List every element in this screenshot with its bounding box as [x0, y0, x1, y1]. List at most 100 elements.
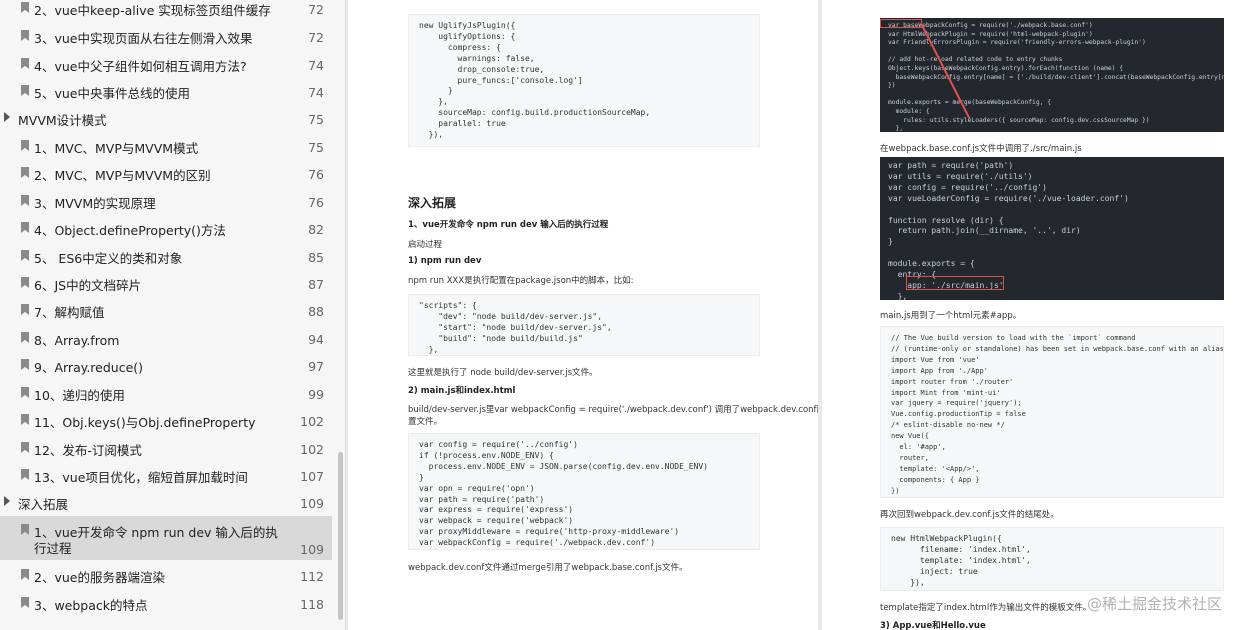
toc-label: 2、MVC、MVP与MVVM的区别: [34, 168, 211, 183]
code-line: return path.join(__dirname, '..', dir): [888, 226, 1081, 236]
bookmark-icon: [21, 167, 29, 178]
code-line: "scripts": {: [419, 301, 477, 310]
code-line: }: [888, 237, 893, 247]
code-line: },: [888, 291, 908, 300]
toc-item[interactable]: 5、 ES6中定义的类和对象 85: [0, 242, 332, 268]
code-line: filename: 'index.html',: [891, 544, 1031, 554]
highlight-base-config-box: [880, 19, 922, 28]
code-line: compress: {: [419, 42, 501, 52]
toc-label: 4、vue中父子组件如何相互调用方法?: [34, 59, 247, 74]
toc-item[interactable]: 6、JS中的文档碎片 87: [0, 269, 332, 295]
expand-triangle-icon[interactable]: [4, 112, 10, 122]
toc-item[interactable]: 12、发布-订阅模式 102: [0, 434, 332, 460]
code-line: }): [891, 486, 900, 495]
code-line: process.env.NODE_ENV = JSON.parse(config…: [419, 461, 708, 471]
code-line: template: 'index.html',: [891, 555, 1031, 565]
code-line: import Mint from 'mint-ui': [891, 388, 1001, 397]
code-line: var path = require('path'): [419, 494, 545, 504]
toc-page-number: 75: [308, 112, 324, 127]
toc-item[interactable]: 11、Obj.keys()与Obj.defineProperty 102: [0, 406, 332, 432]
toc-label: MVVM设计模式: [18, 113, 107, 128]
toc-label: 2、vue中keep-alive 实现标签页组件缓存: [34, 3, 271, 18]
toc-item[interactable]: 4、vue中父子组件如何相互调用方法? 74: [0, 50, 332, 76]
code-line: }): [888, 82, 896, 90]
code-line: router,: [891, 453, 929, 462]
bookmark-icon: [21, 58, 29, 69]
code-line: warnings: false,: [419, 53, 535, 63]
code-line: module: {: [888, 107, 930, 115]
code-block-dev-conf: var baseWebpackConfig = require('./webpa…: [880, 18, 1224, 132]
toc-page-number: 85: [308, 250, 324, 265]
toc-section[interactable]: MVVM设计模式 75: [0, 104, 332, 130]
toc-label: 4、Object.defineProperty()方法: [34, 223, 226, 238]
code-line: }: [419, 86, 453, 96]
toc-item[interactable]: 3、MVVM的实现原理 76: [0, 187, 332, 213]
sidebar-scrollbar[interactable]: [338, 452, 343, 620]
bookmark-icon: [21, 524, 29, 535]
toc-section[interactable]: 深入拓展 109: [0, 488, 332, 514]
toc-item[interactable]: 4、Object.defineProperty()方法 82: [0, 214, 332, 240]
toc-page-number: 102: [300, 414, 324, 429]
toc-item[interactable]: 8、Array.from 94: [0, 324, 332, 350]
code-line: module.exports = merge(baseWebpackConfig…: [888, 99, 1052, 107]
code-line: var FriendlyErrorsPlugin = require('frie…: [888, 39, 1146, 47]
toc-label: 7、解构赋值: [34, 305, 105, 320]
toc-item[interactable]: 5、vue中央事件总线的使用 74: [0, 77, 332, 103]
code-line: Object.keys(baseWebpackConfig.entry).for…: [888, 64, 1124, 72]
code-line: var utils = require('./utils'): [888, 171, 1033, 181]
section-heading: 深入拓展: [408, 196, 457, 210]
code-line: if (!process.env.NODE_ENV) {: [419, 450, 554, 460]
code-line: var proxyMiddleware = require('http-prox…: [419, 527, 680, 537]
toc-label: 9、Array.reduce(): [34, 360, 144, 375]
bookmark-icon: [21, 414, 29, 425]
toc-page-number: 99: [308, 387, 324, 402]
code-line: }),: [419, 130, 444, 140]
toc-item[interactable]: 2、MVC、MVP与MVVM的区别 76: [0, 159, 332, 185]
toc-item[interactable]: 2、vue中keep-alive 实现标签页组件缓存 72: [0, 0, 332, 20]
toc-item[interactable]: 10、递归的使用 99: [0, 379, 332, 405]
code-line: function resolve (dir) {: [888, 215, 1004, 225]
code-line: el: '#app',: [891, 443, 946, 452]
code-line: components: { App }: [891, 475, 980, 484]
toc-page-number: 109: [300, 542, 324, 557]
toc-label: 2、vue的服务器端渲染: [34, 570, 165, 585]
toc-item[interactable]: 1、MVC、MVP与MVVM模式 75: [0, 132, 332, 158]
toc-label: 6、JS中的文档碎片: [34, 278, 142, 293]
toc-item[interactable]: 7、解构赋值 88: [0, 296, 332, 322]
bookmark-icon: [21, 304, 29, 315]
toc-label: 10、递归的使用: [34, 388, 125, 403]
bookmark-icon: [21, 387, 29, 398]
code-line: import App from './App': [891, 366, 988, 375]
bookmark-icon: [21, 359, 29, 370]
code-line: new UglifyJsPlugin({: [419, 21, 516, 30]
expand-triangle-icon[interactable]: [4, 496, 10, 506]
toc-page-number: 87: [308, 277, 324, 292]
code-line: pure_funcs:['console.log']: [419, 75, 583, 85]
toc-page-number: 118: [300, 597, 324, 612]
code-line: Vue.config.productionTip = false: [891, 410, 1026, 419]
toc-item[interactable]: 3、vue中实现页面从右往左侧滑入效果 72: [0, 22, 332, 48]
toc-label: 1、MVC、MVP与MVVM模式: [34, 141, 199, 156]
bookmark-icon: [21, 332, 29, 343]
toc-item[interactable]: 2、vue的服务器端渲染 112: [0, 561, 332, 587]
toc-item[interactable]: 13、vue项目优化，缩短首屏加载时间 107: [0, 461, 332, 487]
toc-item[interactable]: 1、vue开发命令 npm run dev 输入后的执 行过程 109: [0, 516, 332, 560]
code-block-devserver: var config = require('../config') if (!pr…: [408, 433, 760, 550]
bookmark-icon: [21, 195, 29, 206]
toc-label: 3、webpack的特点: [34, 598, 148, 613]
code-line: }),: [891, 577, 925, 587]
bookmark-icon: [21, 85, 29, 96]
code-line: var jquery = require('jquery');: [891, 399, 1022, 408]
code-line: import Vue from 'vue': [891, 355, 980, 364]
toc-sidebar: 2、vue中keep-alive 实现标签页组件缓存 72 3、vue中实现页面从右…: [0, 0, 346, 630]
toc-page-number: 102: [300, 442, 324, 457]
toc-label: 深入拓展: [18, 497, 69, 512]
toc-page-number: 75: [308, 140, 324, 155]
toc-item[interactable]: 9、Array.reduce() 97: [0, 351, 332, 377]
code-line: baseWebpackConfig.entry[name] = ['./buil…: [888, 73, 1224, 81]
code-line: template: '<App/>',: [891, 464, 980, 473]
code-line: var baseWebpackConfig = require('./webpa…: [888, 22, 1093, 29]
toc-item[interactable]: 3、webpack的特点 118: [0, 589, 332, 615]
